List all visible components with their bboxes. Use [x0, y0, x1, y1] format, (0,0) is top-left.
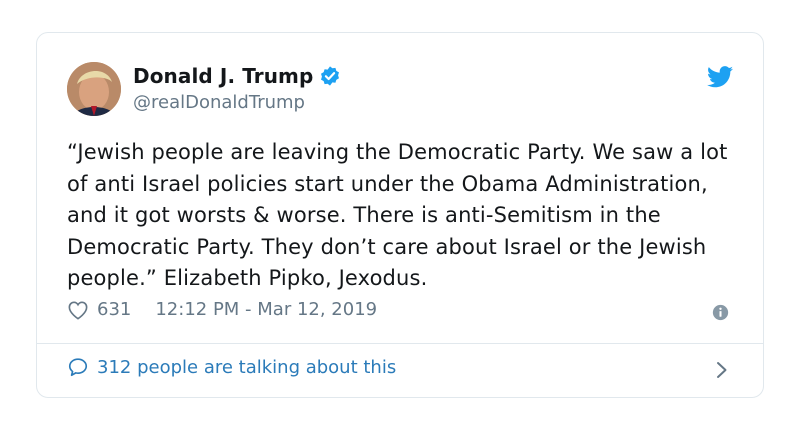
tweet-timestamp[interactable]: 12:12 PM - Mar 12, 2019 — [155, 299, 377, 320]
twitter-bird-icon[interactable] — [707, 66, 733, 88]
chevron-right-icon[interactable] — [715, 360, 729, 380]
speech-bubble-icon — [68, 358, 88, 377]
tweet-meta: 631 12:12 PM - Mar 12, 2019 — [67, 299, 377, 320]
heart-icon[interactable] — [67, 300, 89, 320]
tweet-text: “Jewish people are leaving the Democrati… — [67, 140, 728, 290]
verified-badge-icon — [321, 66, 340, 86]
conversation-count-label[interactable]: 312 people are talking about this — [97, 357, 396, 378]
author-avatar[interactable] — [67, 62, 121, 116]
tweet-card[interactable]: Donald J. Trump @realDonaldTrump “Jewish… — [36, 32, 764, 398]
divider — [37, 343, 763, 344]
author-name-row: Donald J. Trump — [133, 64, 341, 88]
author-name[interactable]: Donald J. Trump — [133, 64, 313, 88]
author-handle[interactable]: @realDonaldTrump — [133, 92, 305, 113]
info-icon[interactable] — [712, 304, 729, 321]
like-count[interactable]: 631 — [97, 299, 131, 320]
conversation-link[interactable]: 312 people are talking about this — [67, 356, 396, 378]
